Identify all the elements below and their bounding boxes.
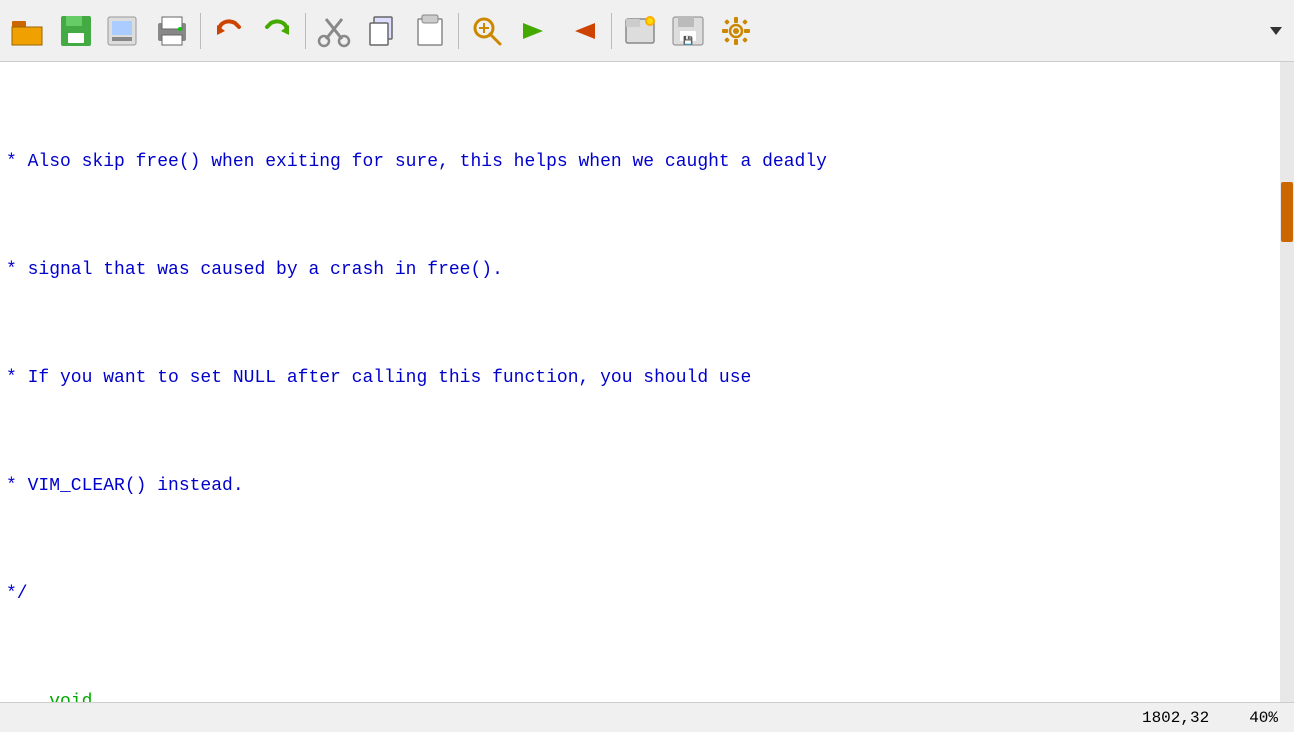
separator-3 [458, 13, 459, 49]
copy-button[interactable] [360, 9, 404, 53]
print-button[interactable] [150, 9, 194, 53]
scrollbar-thumb[interactable] [1281, 182, 1293, 242]
code-line-4: * VIM_CLEAR() instead. [6, 473, 1280, 500]
paste-button[interactable] [408, 9, 452, 53]
code-line-2: * signal that was caused by a crash in f… [6, 257, 1280, 284]
separator-4 [611, 13, 612, 49]
cut-button[interactable] [312, 9, 356, 53]
code-line-5: */ [6, 581, 1280, 608]
toolbar-dropdown-button[interactable] [1264, 9, 1288, 53]
redo-button[interactable] [255, 9, 299, 53]
cursor-position: 1802,32 [1142, 709, 1209, 727]
svg-text:💾: 💾 [683, 35, 693, 45]
code-line-3: * If you want to set NULL after calling … [6, 365, 1280, 392]
save-floppy-button[interactable] [54, 9, 98, 53]
forward-button[interactable] [513, 9, 557, 53]
editor-main[interactable]: * Also skip free() when exiting for sure… [0, 62, 1280, 702]
toolbar: 💾 [0, 0, 1294, 62]
code-area[interactable]: * Also skip free() when exiting for sure… [6, 68, 1280, 702]
scrollbar[interactable] [1280, 62, 1294, 702]
separator-2 [305, 13, 306, 49]
zoom-level: 40% [1249, 709, 1278, 727]
statusbar: 1802,32 40% [0, 702, 1294, 732]
project-button[interactable] [618, 9, 662, 53]
open-button[interactable] [6, 9, 50, 53]
save-as-button[interactable] [102, 9, 146, 53]
settings-button[interactable] [714, 9, 758, 53]
back-button[interactable] [561, 9, 605, 53]
save2-button[interactable]: 💾 [666, 9, 710, 53]
find-button[interactable] [465, 9, 509, 53]
editor-container: * Also skip free() when exiting for sure… [0, 62, 1294, 702]
undo-button[interactable] [207, 9, 251, 53]
separator-1 [200, 13, 201, 49]
code-line-6: void [6, 689, 1280, 702]
code-line-1: * Also skip free() when exiting for sure… [6, 149, 1280, 176]
